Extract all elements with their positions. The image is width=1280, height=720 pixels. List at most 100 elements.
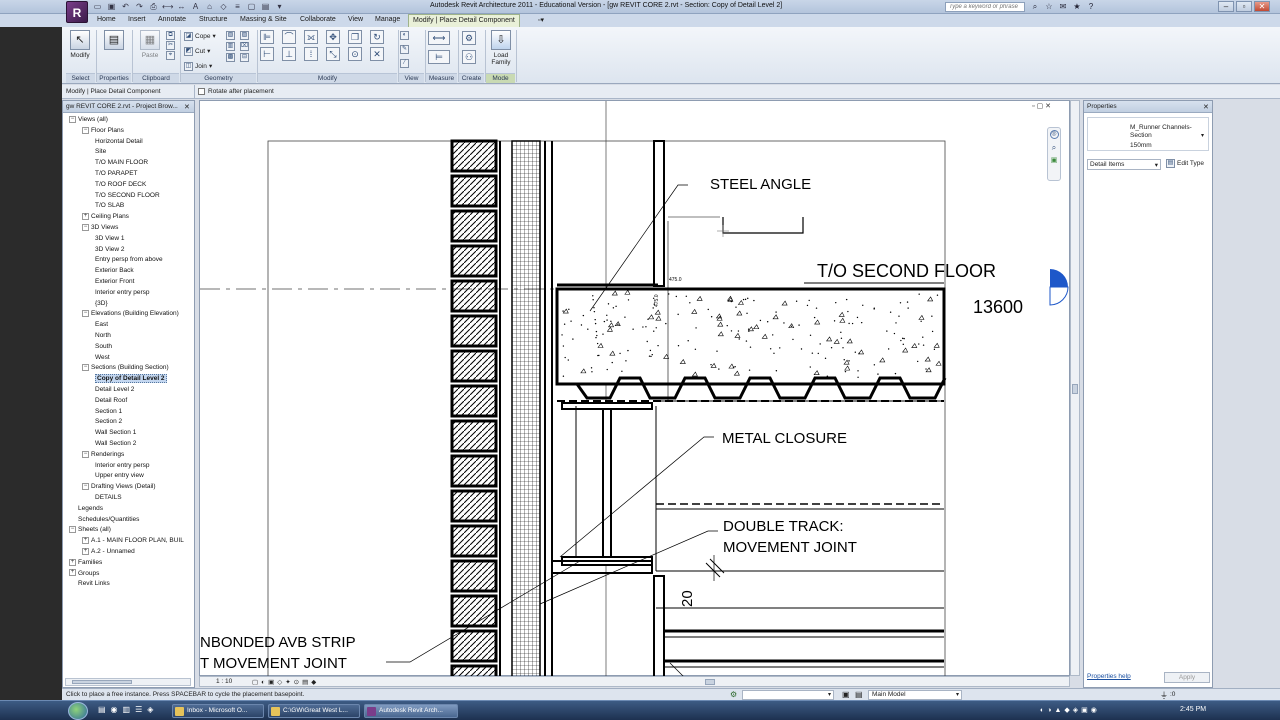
array-icon[interactable]: ⁞ bbox=[304, 47, 318, 61]
tree-elevations[interactable]: − Elevations (Building Elevation) bbox=[82, 309, 179, 319]
label-double-track-1[interactable]: DOUBLE TRACK: bbox=[723, 518, 844, 535]
override-icon[interactable]: ✎ bbox=[400, 45, 409, 54]
system-tray-icons[interactable]: ◐◑▲◆◈▣◉ bbox=[1040, 706, 1100, 714]
tree-view-item[interactable]: 3D View 1 bbox=[95, 234, 125, 244]
move-icon[interactable]: ✥ bbox=[326, 30, 340, 44]
tab-collaborate[interactable]: Collaborate bbox=[300, 16, 336, 23]
tree-sections[interactable]: − Sections (Building Section) bbox=[82, 363, 169, 373]
application-menu-button[interactable]: R bbox=[66, 1, 88, 23]
join-button[interactable]: ◫ Join ▾ bbox=[184, 61, 216, 71]
search-icon[interactable]: ⌕ bbox=[1030, 2, 1040, 12]
help-icon[interactable]: ? bbox=[1086, 2, 1096, 12]
zoom-icon[interactable]: ⌕ bbox=[1050, 143, 1059, 152]
subscription-icon[interactable]: ☆ bbox=[1044, 2, 1054, 12]
demolish-icon[interactable]: ⌧ bbox=[240, 42, 249, 51]
expand-icon[interactable]: + bbox=[69, 558, 76, 566]
taskbar-item-revit[interactable]: Autodesk Revit Arch... bbox=[364, 704, 458, 718]
view-control-icons[interactable]: ▢◐▣◇✦⊙▤◆ bbox=[252, 678, 319, 686]
tree-schedules[interactable]: Schedules/Quantities bbox=[69, 515, 139, 525]
collapse-icon[interactable]: − bbox=[82, 223, 89, 231]
editable-only-icon[interactable]: ▤ bbox=[855, 690, 863, 699]
measure-distance-icon[interactable]: ⟷ bbox=[428, 31, 450, 45]
tab-structure[interactable]: Structure bbox=[199, 16, 227, 23]
open-icon[interactable]: ▭ bbox=[92, 1, 103, 12]
type-dropdown-icon[interactable]: ▾ bbox=[1201, 132, 1204, 139]
label-dim-20[interactable]: 20 bbox=[679, 590, 696, 607]
tree-view-item[interactable]: T/O ROOF DECK bbox=[95, 180, 146, 190]
tree-view-item[interactable]: East bbox=[95, 320, 108, 330]
tab-annotate[interactable]: Annotate bbox=[158, 16, 186, 23]
minimize-button[interactable]: – bbox=[1218, 1, 1234, 12]
expand-icon[interactable]: + bbox=[82, 212, 89, 220]
create-group-icon[interactable]: ⚇ bbox=[462, 50, 476, 64]
worksets-icon[interactable]: ⚙ bbox=[730, 690, 737, 699]
print-icon[interactable]: ⎙ bbox=[148, 1, 159, 12]
properties-help-link[interactable]: Properties help bbox=[1087, 673, 1131, 680]
scale-icon[interactable]: ⤡ bbox=[326, 47, 340, 61]
tree-floor-plans[interactable]: − Floor Plans bbox=[82, 126, 124, 136]
split-face-icon[interactable]: ▧ bbox=[226, 31, 235, 40]
level-head-blue[interactable] bbox=[1050, 269, 1068, 287]
properties-button[interactable]: ▤ bbox=[100, 30, 128, 52]
tree-view-item[interactable]: Upper entry view bbox=[95, 471, 144, 481]
rotate-after-placement-checkbox[interactable] bbox=[198, 88, 205, 95]
3d-view-icon[interactable]: ⌂ bbox=[204, 1, 215, 12]
tab-insert[interactable]: Insert bbox=[128, 16, 146, 23]
tree-groups[interactable]: + Groups bbox=[69, 569, 99, 579]
upper-stud[interactable] bbox=[653, 140, 665, 287]
ribbon-minimize-icon[interactable]: ▫▾ bbox=[538, 16, 544, 24]
label-elevation[interactable]: 13600 bbox=[973, 297, 1023, 317]
paste-button[interactable]: ▦ Paste bbox=[136, 30, 164, 59]
tree-ceiling-plans[interactable]: + Ceiling Plans bbox=[82, 212, 129, 222]
maximize-button[interactable]: ▫ bbox=[1236, 1, 1252, 12]
collapse-icon[interactable]: − bbox=[82, 310, 89, 318]
category-filter[interactable]: Detail Items ▾ bbox=[1087, 159, 1161, 170]
wall-joins-icon[interactable]: ▥ bbox=[226, 42, 235, 51]
zoom-region-icon[interactable]: ▣ bbox=[1050, 156, 1059, 165]
tree-families[interactable]: + Families bbox=[69, 558, 102, 568]
offset-icon[interactable]: ⌒ bbox=[282, 30, 296, 44]
panel-label-select[interactable]: Select bbox=[66, 73, 95, 83]
tab-home[interactable]: Home bbox=[97, 16, 116, 23]
dimension-text[interactable]: 475.0 bbox=[654, 294, 660, 307]
label-steel-angle[interactable]: STEEL ANGLE bbox=[710, 176, 811, 193]
browser-hscrollbar[interactable] bbox=[65, 678, 191, 686]
switch-windows-icon[interactable]: ▤ bbox=[260, 1, 271, 12]
view-scale[interactable]: 1 : 10 bbox=[216, 678, 232, 685]
model-selector[interactable]: Main Model ▾ bbox=[868, 690, 962, 700]
close-browser-icon[interactable]: ✕ bbox=[184, 103, 190, 111]
dimension-icon[interactable]: ↔ bbox=[176, 1, 187, 12]
tree-drafting-views[interactable]: − Drafting Views (Detail) bbox=[82, 482, 156, 492]
tree-view-item[interactable]: T/O SLAB bbox=[95, 201, 124, 211]
canvas-hscrollbar[interactable]: 1 : 10 ▢◐▣◇✦⊙▤◆ bbox=[199, 676, 1070, 687]
tree-view-item[interactable]: Section 2 bbox=[95, 417, 122, 427]
tree-view-item[interactable]: Detail Roof bbox=[95, 396, 127, 406]
steering-wheel-icon[interactable]: ◎ bbox=[1049, 130, 1059, 139]
tree-view-item[interactable]: Interior entry persp bbox=[95, 461, 150, 471]
redo-icon[interactable]: ↷ bbox=[134, 1, 145, 12]
insulation-layer[interactable] bbox=[511, 140, 541, 678]
tree-views-all[interactable]: − Views (all) bbox=[69, 115, 108, 125]
align-icon[interactable]: ⊫ bbox=[260, 30, 274, 44]
drawing-canvas[interactable]: 475.0 475.0 STEEL ANGLE T/O SECOND FLOOR… bbox=[199, 100, 1070, 702]
close-properties-icon[interactable]: ✕ bbox=[1203, 103, 1209, 111]
search-input[interactable] bbox=[945, 2, 1025, 12]
text-icon[interactable]: A bbox=[190, 1, 201, 12]
mirror-axis-icon[interactable]: ⟗ bbox=[304, 30, 318, 44]
lower-stud[interactable] bbox=[653, 575, 665, 678]
beam-web[interactable] bbox=[602, 408, 612, 560]
pin-icon[interactable]: ⊙ bbox=[348, 47, 362, 61]
tree-renderings[interactable]: − Renderings bbox=[82, 450, 124, 460]
hscroll-thumb[interactable] bbox=[705, 679, 715, 685]
tree-view-item[interactable]: Detail Level 2 bbox=[95, 385, 134, 395]
label-metal-closure[interactable]: METAL CLOSURE bbox=[722, 430, 847, 447]
tree-view-item[interactable]: Copy of Detail Level 2 bbox=[95, 374, 167, 384]
collapse-icon[interactable]: − bbox=[82, 482, 89, 490]
edit-type-button[interactable]: ▤ Edit Type bbox=[1166, 159, 1204, 168]
view-window-controls[interactable]: ▫ ▢ ✕ bbox=[1032, 102, 1051, 110]
load-family-button[interactable]: ⇩ Load Family bbox=[486, 30, 516, 66]
design-options-icon[interactable]: ▣ bbox=[842, 690, 850, 699]
tree-view-item[interactable]: T/O MAIN FLOOR bbox=[95, 158, 148, 168]
paint-icon[interactable]: ▨ bbox=[240, 31, 249, 40]
navigation-bar[interactable]: ◎ ⌕ ▣ bbox=[1047, 127, 1061, 181]
